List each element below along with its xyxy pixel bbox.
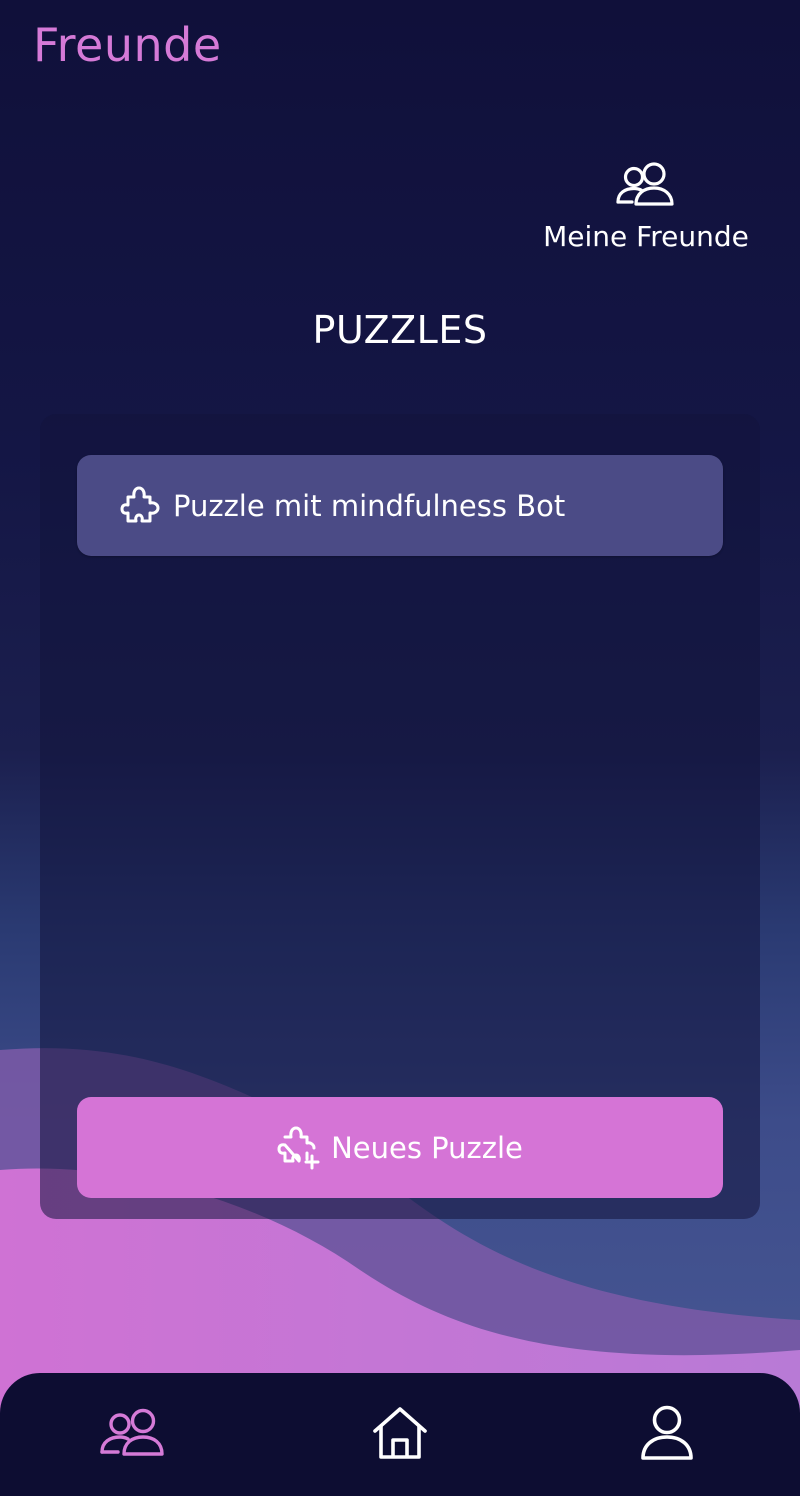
my-friends-label: Meine Freunde <box>543 220 749 253</box>
puzzles-heading: PUZZLES <box>312 308 488 352</box>
nav-friends-tab[interactable] <box>94 1401 174 1465</box>
users-icon <box>616 162 674 206</box>
puzzles-panel: Puzzle mit mindfulness Bot Neues Puzzle <box>40 414 760 1219</box>
puzzle-item-label: Puzzle mit mindfulness Bot <box>173 488 566 523</box>
user-icon <box>641 1405 693 1460</box>
new-puzzle-button[interactable]: Neues Puzzle <box>77 1097 723 1198</box>
puzzle-icon <box>120 486 160 522</box>
users-icon <box>100 1408 164 1456</box>
new-puzzle-label: Neues Puzzle <box>331 1130 523 1165</box>
nav-home-tab[interactable] <box>360 1401 440 1465</box>
nav-profile-tab[interactable] <box>627 1401 707 1465</box>
home-icon <box>373 1407 427 1459</box>
puzzle-plus-icon <box>277 1126 320 1169</box>
page-title: Freunde <box>33 18 222 72</box>
bottom-navigation <box>0 1373 800 1496</box>
my-friends-link[interactable]: Meine Freunde <box>528 160 764 260</box>
puzzle-item[interactable]: Puzzle mit mindfulness Bot <box>77 455 723 556</box>
